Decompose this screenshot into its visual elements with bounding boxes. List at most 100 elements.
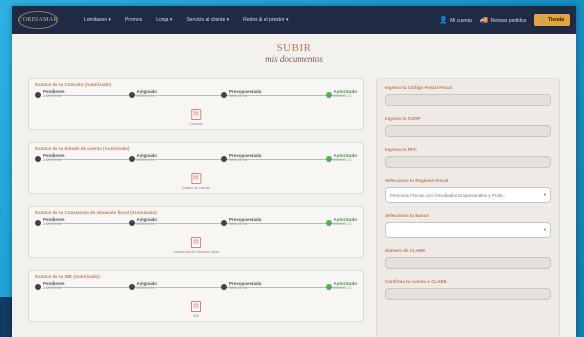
step-dot — [128, 92, 135, 98]
pdf-icon: ▤ — [191, 109, 201, 120]
nav-actions: 👤 Mi cuenta 🚚 Revisar pedidos 🛒 Tienda — [439, 14, 570, 26]
step-dot — [221, 92, 227, 98]
top-navbar: CORDIAMAR Lomitaseo ▾ Promos Lonja ▾ Ser… — [12, 6, 576, 34]
step-autorizado: Autorizado 2025-12-16 — [325, 281, 357, 297]
field-banco: Selecciona tu Banco ▾ — [385, 213, 551, 238]
step-presupuestado: Presupuestado 2025-12-16 — [221, 89, 262, 105]
step-date: 2025-12-16 — [136, 286, 155, 290]
document-caption: Constancia de situación fiscal — [172, 250, 220, 254]
regimen-label: Selecciona tu Regimen Fiscal — [385, 178, 449, 183]
status-steps: Pendiente 2025-12-16 Asignado 2025-12-16 P… — [35, 153, 357, 169]
status-steps: Pendiente 2025-12-16 Asignado 2025-12-16 P… — [35, 217, 357, 233]
orders-link[interactable]: 🚚 Revisar pedidos — [480, 16, 527, 24]
document-link[interactable]: ▤ Estado de cuenta — [182, 173, 210, 190]
document-caption: Contrato — [189, 122, 203, 126]
step-dot-complete — [325, 156, 332, 162]
step-pendiente: Pendiente 2025-12-16 — [35, 217, 65, 233]
chevron-down-icon: ▾ — [543, 192, 546, 197]
step-dot — [128, 220, 135, 226]
step-presupuestado: Presupuestado 2025-12-16 — [221, 281, 262, 297]
step-date: 2025-12-16 — [136, 158, 155, 162]
step-dot — [35, 220, 41, 226]
menu-item-lomitaseo[interactable]: Lomitaseo ▾ — [84, 17, 111, 23]
cp-label: Ingresa tu Código Postal Fiscal — [385, 85, 453, 90]
status-card-ine: Estatus de tu INE (Autorizado) Pendiente… — [28, 270, 364, 322]
field-clabe: Número de CLABE — [385, 248, 551, 269]
step-asignado: Asignado 2025-12-16 — [128, 217, 157, 233]
menu-item-lonja[interactable]: Lonja ▾ — [156, 17, 172, 23]
document-link[interactable]: ▤ Contrato — [189, 109, 203, 126]
clabe-confirm-input[interactable] — [385, 288, 551, 300]
step-asignado: Asignado 2025-12-16 — [128, 89, 157, 105]
steps-line — [47, 95, 345, 96]
step-autorizado: Autorizado 2025-12-16 — [325, 153, 357, 169]
document-caption: Estado de cuenta — [182, 186, 210, 190]
page-subtitle: mis documentos — [265, 54, 323, 64]
step-date: 2025-12-16 — [333, 94, 352, 98]
banco-label: Selecciona tu Banco — [385, 213, 430, 218]
steps-line — [47, 223, 345, 224]
site-logo[interactable]: CORDIAMAR — [18, 11, 58, 29]
card-title: Estatus de tu INE (Autorizado) — [35, 274, 100, 279]
step-dot — [35, 92, 41, 98]
field-cp: Ingresa tu Código Postal Fiscal — [385, 85, 551, 106]
pdf-icon: ▤ — [190, 237, 201, 248]
status-card-contrato: Estatus de tu Contrato (Autorizado) Pend… — [28, 78, 364, 130]
step-pendiente: Pendiente 2025-12-16 — [35, 89, 65, 105]
menu-item-promos[interactable]: Promos — [125, 17, 142, 23]
step-asignado: Asignado 2025-12-16 — [128, 281, 157, 297]
card-title: Estatus de tu Estado de cuenta (Autoriza… — [35, 146, 130, 151]
cart-button[interactable]: 🛒 Tienda — [534, 14, 570, 26]
curp-input[interactable] — [385, 125, 551, 137]
step-dot-complete — [325, 284, 332, 290]
step-date: 2025-12-16 — [229, 222, 247, 226]
step-date: 2025-12-16 — [43, 222, 61, 226]
step-date: 2025-12-16 — [136, 222, 155, 226]
step-date: 2025-12-16 — [333, 158, 352, 162]
fiscal-data-form: Ingresa tu Código Postal Fiscal Ingresa … — [376, 78, 560, 337]
card-title: Estatus de tu Constancia de situación fi… — [35, 210, 157, 215]
step-dot-complete — [325, 92, 332, 98]
clabe-confirm-label: Confirma tu cuenta o CLABE — [385, 279, 447, 284]
step-date: 2025-12-16 — [136, 94, 155, 98]
status-steps: Pendiente 2025-12-16 Asignado 2025-12-16 P… — [35, 89, 357, 105]
regimen-select[interactable]: Personas Físicas con Actividades Empresa… — [385, 187, 551, 203]
menu-item-redes[interactable]: Redes & el prestor ▾ — [243, 17, 288, 23]
status-steps: Pendiente 2025-12-16 Asignado 2025-12-16 P… — [35, 281, 357, 297]
step-date: 2025-12-16 — [43, 158, 61, 162]
step-presupuestado: Presupuestado 2025-12-16 — [221, 153, 262, 169]
pdf-icon: ▤ — [191, 173, 201, 184]
cp-input[interactable] — [385, 94, 551, 106]
status-list: Estatus de tu Contrato (Autorizado) Pend… — [28, 78, 364, 334]
chevron-down-icon: ▾ — [543, 227, 546, 232]
curp-label: Ingresa tu CURP — [385, 116, 421, 121]
cart-label: Tienda — [547, 17, 564, 23]
step-dot — [128, 156, 135, 162]
page-title: SUBIR — [276, 42, 312, 54]
rfc-input[interactable] — [385, 156, 551, 168]
status-card-estado-cuenta: Estatus de tu Estado de cuenta (Autoriza… — [28, 142, 364, 194]
step-pendiente: Pendiente 2025-12-16 — [35, 281, 65, 297]
step-date: 2025-12-16 — [229, 94, 247, 98]
document-link[interactable]: ▤ Constancia de situación fiscal — [173, 237, 219, 254]
field-curp: Ingresa tu CURP — [385, 116, 551, 137]
step-asignado: Asignado 2025-12-16 — [128, 153, 157, 169]
rfc-label: Ingresa tu RFC — [385, 147, 418, 152]
page-heading: SUBIR mis documentos — [12, 42, 576, 64]
document-link[interactable]: ▤ INE — [191, 301, 201, 318]
banco-select[interactable]: ▾ — [385, 222, 551, 238]
step-dot — [128, 284, 135, 290]
step-dot-complete — [325, 220, 332, 226]
account-link[interactable]: 👤 Mi cuenta — [439, 16, 471, 24]
step-date: 2025-12-16 — [43, 94, 61, 98]
clabe-input[interactable] — [385, 257, 551, 269]
card-title: Estatus de tu Contrato (Autorizado) — [35, 82, 111, 87]
step-date: 2025-12-16 — [43, 286, 61, 290]
step-date: 2025-12-16 — [229, 158, 247, 162]
step-pendiente: Pendiente 2025-12-16 — [35, 153, 65, 169]
menu-item-servicio[interactable]: Servicio al cliente ▾ — [186, 17, 229, 23]
step-dot — [221, 156, 227, 162]
step-date: 2025-12-16 — [229, 286, 247, 290]
cart-icon: 🛒 — [540, 17, 548, 23]
clabe-label: Número de CLABE — [385, 248, 426, 253]
